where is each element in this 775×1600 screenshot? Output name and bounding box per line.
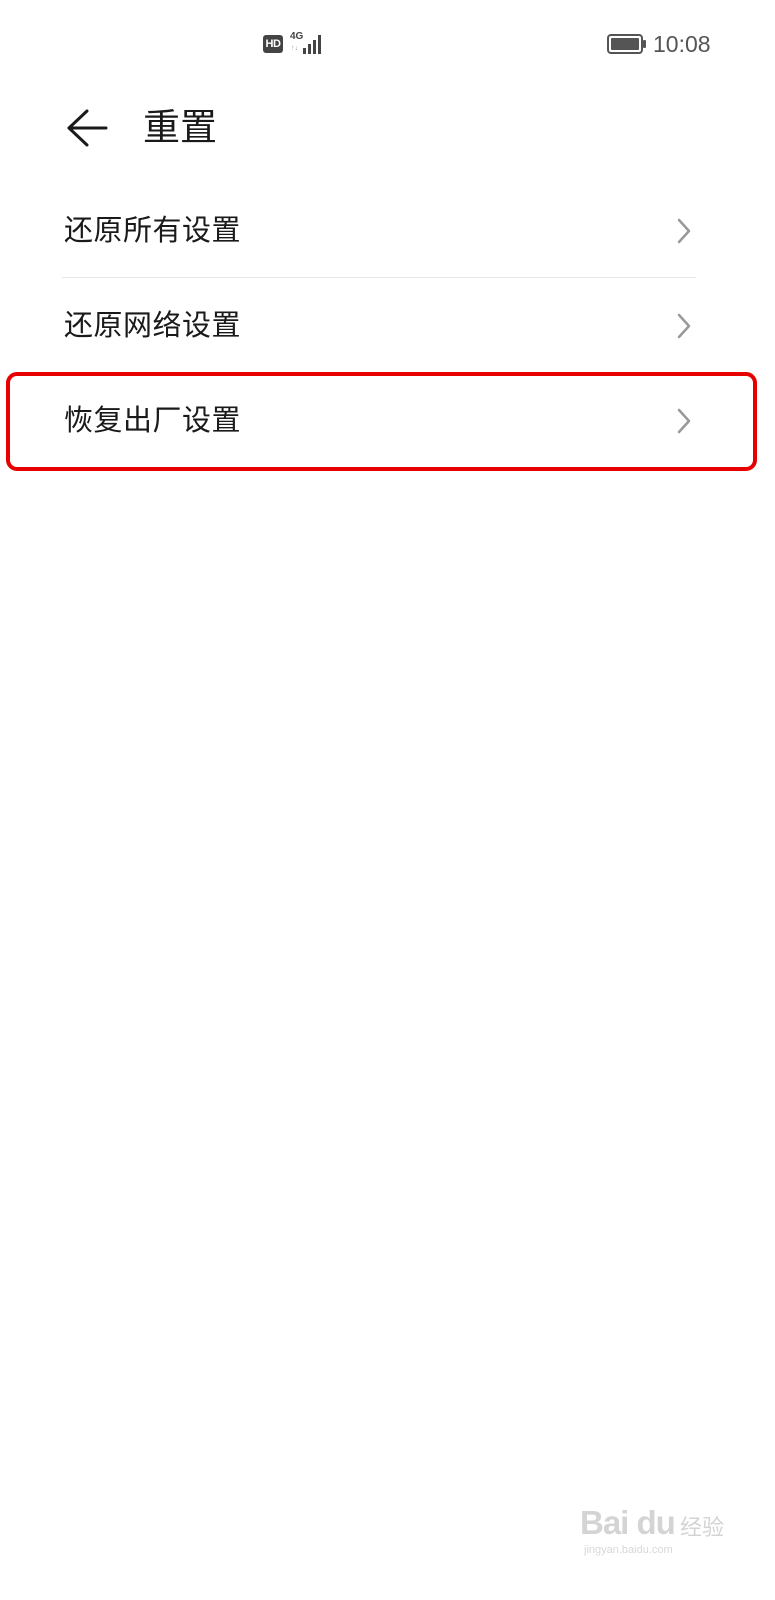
battery-icon — [607, 34, 646, 54]
chevron-right-icon — [677, 218, 691, 244]
watermark: Bai du 经验 jingyan.baidu.com — [580, 1504, 730, 1564]
status-clock: 10:08 — [653, 31, 711, 57]
list-item-label: 还原所有设置 — [64, 213, 242, 247]
hd-badge: HD — [263, 35, 283, 53]
chevron-right-icon — [677, 408, 691, 434]
list-item-label: 恢复出厂设置 — [64, 403, 242, 437]
status-bar: HD 4G ↑↓ 10:08 — [0, 0, 775, 88]
list-item-restore-network-settings[interactable]: 还原网络设置 — [0, 278, 775, 372]
network-activity-arrows: ↑↓ — [291, 45, 298, 52]
watermark-jingyan: 经验 — [680, 1516, 725, 1541]
watermark-logo: Bai du — [580, 1504, 676, 1541]
chevron-right-icon — [677, 313, 691, 339]
list-item-restore-all-settings[interactable]: 还原所有设置 — [0, 183, 775, 277]
list-item-factory-reset[interactable]: 恢复出厂设置 — [0, 373, 775, 467]
list-item-label: 还原网络设置 — [64, 308, 242, 342]
back-button[interactable] — [56, 100, 116, 156]
watermark-url: jingyan.baidu.com — [584, 1544, 673, 1556]
arrow-left-icon — [67, 109, 108, 147]
signal-bars-icon — [303, 35, 321, 54]
page-title: 重置 — [143, 106, 217, 149]
